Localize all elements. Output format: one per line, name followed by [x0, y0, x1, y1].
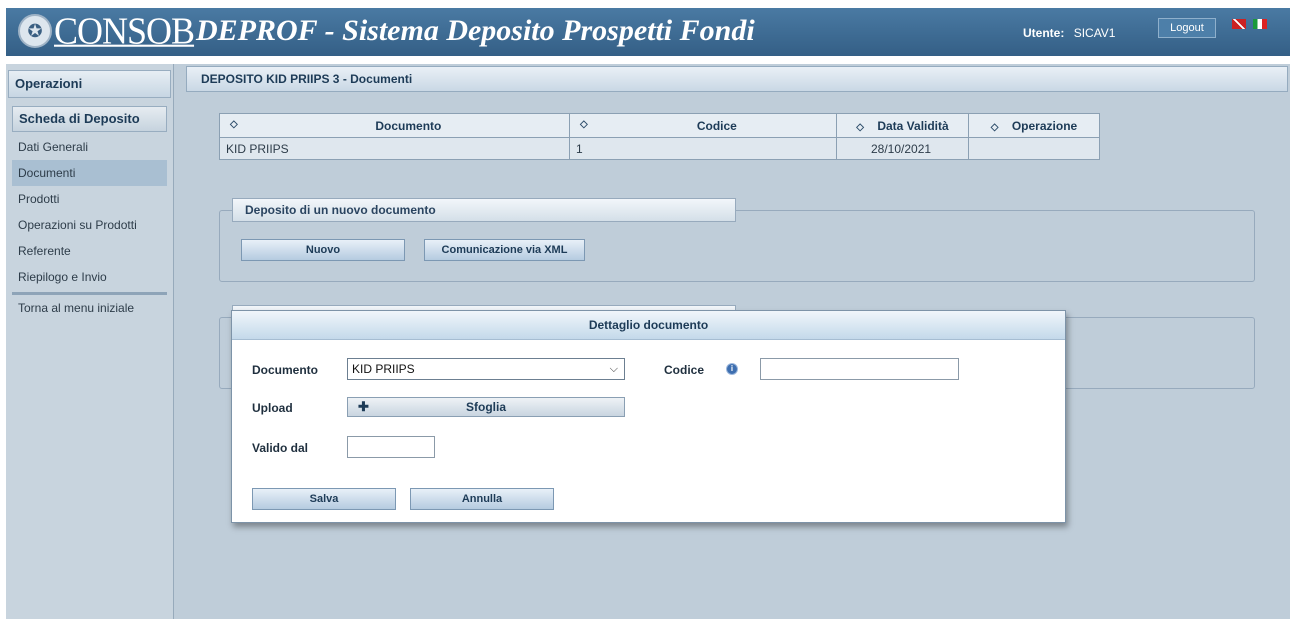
column-header-label: Operazione: [1011, 118, 1078, 133]
sidebar: Operazioni Scheda di Deposito Dati Gener…: [6, 64, 174, 619]
column-header-operazione[interactable]: ◇ Operazione: [968, 113, 1100, 138]
codice-input[interactable]: [760, 358, 959, 380]
english-flag-icon[interactable]: [1232, 19, 1246, 29]
documento-select[interactable]: KID PRIIPS ⌵: [347, 358, 625, 380]
dialog-title: Dettaglio documento: [232, 311, 1065, 340]
browse-button-label: Sfoglia: [465, 400, 506, 414]
cell-documento: KID PRIIPS: [219, 137, 570, 160]
sort-icon: ◇: [856, 121, 864, 133]
sidebar-item-referente[interactable]: Referente: [6, 238, 173, 264]
consob-logo: ✪ CONSOB: [18, 10, 195, 53]
sidebar-item-prodotti[interactable]: Prodotti: [6, 186, 173, 212]
new-button[interactable]: Nuovo: [241, 239, 405, 261]
xml-communication-button[interactable]: Comunicazione via XML: [424, 239, 585, 261]
app-header: ✪ CONSOB DEPROF - Sistema Deposito Prosp…: [6, 8, 1290, 56]
app-title: DEPROF - Sistema Deposito Prospetti Fond…: [196, 14, 755, 47]
valido-dal-input[interactable]: [347, 436, 435, 458]
user-info: Utente: SICAV1: [1023, 26, 1115, 40]
logout-button[interactable]: Logout: [1158, 18, 1216, 38]
document-detail-dialog: Dettaglio documento Documento KID PRIIPS…: [231, 310, 1066, 523]
sort-icon: ◇: [580, 118, 588, 130]
sort-icon: ◇: [990, 121, 999, 133]
sidebar-item-riepilogo[interactable]: Riepilogo e Invio: [6, 264, 173, 290]
documento-select-value: KID PRIIPS: [352, 362, 415, 376]
column-header-documento[interactable]: ◇ Documento: [219, 113, 570, 138]
user-name: SICAV1: [1073, 26, 1116, 40]
cell-codice: 1: [569, 137, 837, 160]
page-title: DEPOSITO KID PRIIPS 3 - Documenti: [186, 66, 1288, 92]
column-header-codice[interactable]: ◇ Codice: [569, 113, 837, 138]
column-header-label: Codice: [696, 118, 737, 133]
table-header-row: ◇ Documento ◇ Codice ◇ Data Validità ◇ O…: [219, 113, 1100, 138]
logo-text: CONSOB: [54, 10, 195, 53]
user-label: Utente:: [1023, 26, 1065, 40]
cancel-button[interactable]: Annulla: [410, 488, 554, 510]
save-button[interactable]: Salva: [252, 488, 396, 510]
documents-table: ◇ Documento ◇ Codice ◇ Data Validità ◇ O…: [219, 113, 1100, 160]
browse-button[interactable]: ✚ Sfoglia: [347, 397, 625, 417]
sidebar-item-back-to-menu[interactable]: Torna al menu iniziale: [6, 295, 173, 321]
sidebar-item-documenti[interactable]: Documenti: [12, 160, 167, 186]
emblem-icon: ✪: [18, 14, 52, 48]
sidebar-item-operazioni-prodotti[interactable]: Operazioni su Prodotti: [6, 212, 173, 238]
info-icon[interactable]: i: [726, 363, 738, 375]
cell-operazione: [968, 137, 1100, 160]
chevron-down-icon: ⌵: [609, 363, 618, 375]
upload-label: Upload: [252, 401, 293, 415]
italian-flag-icon[interactable]: [1253, 19, 1267, 29]
codice-label: Codice: [664, 363, 705, 377]
plus-icon: ✚: [358, 399, 369, 414]
sidebar-title: Operazioni: [8, 70, 171, 98]
new-document-legend: Deposito di un nuovo documento: [232, 198, 736, 222]
table-row[interactable]: KID PRIIPS 1 28/10/2021: [219, 137, 1100, 160]
valido-dal-label: Valido dal: [252, 441, 309, 455]
sort-icon: ◇: [230, 118, 238, 130]
column-header-data-validita[interactable]: ◇ Data Validità: [836, 113, 969, 138]
cell-data-validita: 28/10/2021: [836, 137, 969, 160]
sidebar-item-dati-generali[interactable]: Dati Generali: [6, 134, 173, 160]
documento-label: Documento: [252, 363, 318, 377]
sidebar-section-title[interactable]: Scheda di Deposito: [12, 106, 167, 132]
column-header-label: Documento: [375, 118, 442, 133]
column-header-label: Data Validità: [877, 118, 949, 133]
